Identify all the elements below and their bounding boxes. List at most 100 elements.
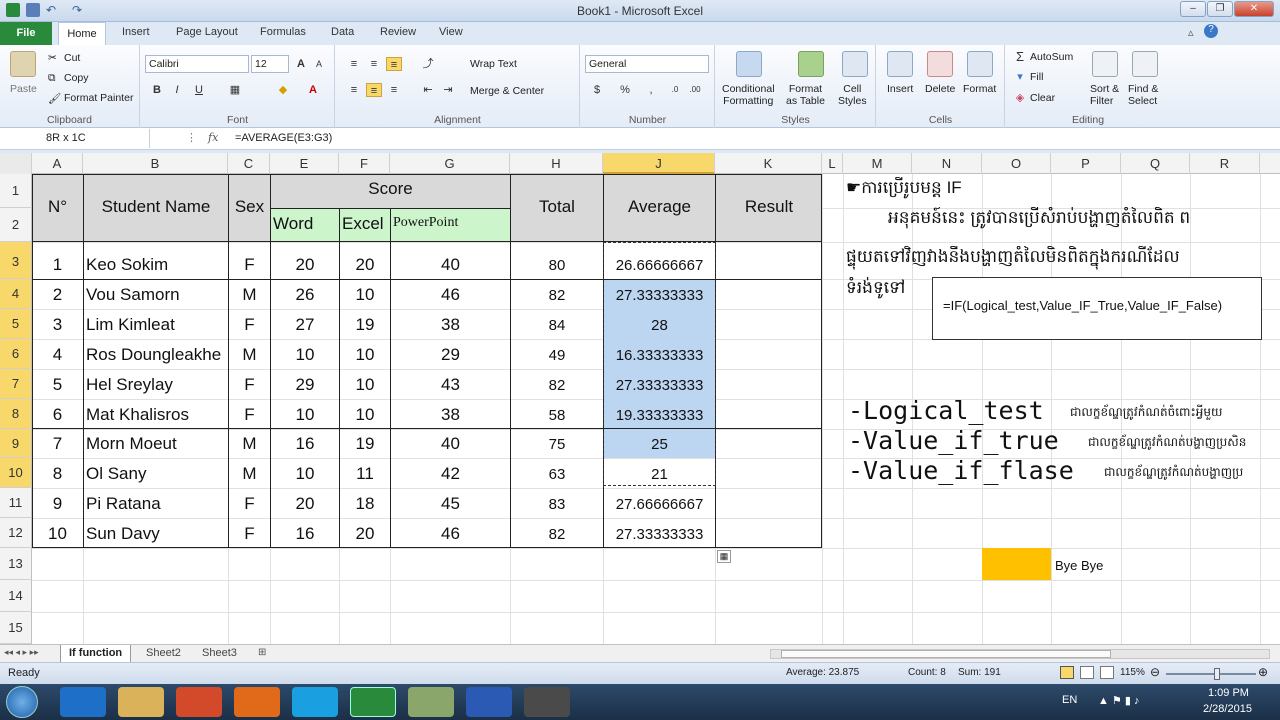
cell-avg-row-6[interactable]: 19.33333333 [604, 407, 715, 424]
zoom-slider-thumb[interactable] [1214, 668, 1220, 680]
paste-icon[interactable] [10, 51, 36, 77]
decrease-indent-icon[interactable]: ⇤ [420, 83, 436, 97]
col-header-r[interactable]: R [1190, 153, 1260, 174]
cell-name-row-1[interactable]: Keo Sokim [86, 255, 228, 275]
row-header-6[interactable]: 6 [0, 339, 32, 369]
skype-icon[interactable] [292, 687, 338, 717]
language-indicator[interactable]: EN [1062, 694, 1077, 706]
merge-center-button[interactable]: Merge & Center [470, 85, 544, 97]
media-player-icon[interactable] [176, 687, 222, 717]
page-layout-view-icon[interactable] [1080, 666, 1094, 679]
tab-formulas[interactable]: Formulas [260, 26, 306, 38]
word-icon[interactable] [466, 687, 512, 717]
align-right-icon[interactable]: ≡ [386, 83, 402, 97]
row-header-8[interactable]: 8 [0, 399, 32, 429]
cell-avg-row-5[interactable]: 27.33333333 [604, 377, 715, 394]
format-as-table-icon[interactable] [798, 51, 824, 77]
cell-pp-row-10[interactable]: 46 [391, 524, 510, 544]
sort-filter-button[interactable]: Sort & Filter [1090, 83, 1119, 107]
cell-avg-row-9[interactable]: 27.66666667 [604, 496, 715, 513]
cell-word-row-3[interactable]: 27 [271, 315, 339, 335]
row-header-5[interactable]: 5 [0, 309, 32, 339]
cell-excel-row-1[interactable]: 20 [340, 255, 390, 275]
row-header-9[interactable]: 9 [0, 429, 32, 458]
percent-icon[interactable]: % [617, 83, 633, 97]
col-header-l[interactable]: L [822, 153, 843, 174]
fill-icon[interactable]: ▾ [1012, 70, 1028, 84]
shrink-font-icon[interactable]: A [311, 57, 327, 71]
font-size-combo[interactable]: 12 [251, 55, 289, 73]
clear-icon[interactable]: ◈ [1012, 91, 1028, 105]
cell-total-row-6[interactable]: 58 [511, 407, 603, 424]
row-header-3[interactable]: 3 [0, 242, 32, 279]
cell-pp-row-6[interactable]: 38 [391, 405, 510, 425]
sheet-tab-if-function[interactable]: If function [60, 645, 132, 663]
cut-button[interactable]: Cut [64, 52, 80, 64]
row-header-14[interactable]: 14 [0, 580, 32, 612]
insert-button[interactable]: Insert [887, 83, 913, 95]
row-header-1[interactable]: 1 [0, 174, 32, 208]
autosum-button[interactable]: AutoSum [1030, 51, 1073, 63]
row-header-7[interactable]: 7 [0, 369, 32, 399]
cell-word-row-4[interactable]: 10 [271, 345, 339, 365]
cell-sex-row-10[interactable]: F [229, 524, 270, 544]
cell-word-row-2[interactable]: 26 [271, 285, 339, 305]
comma-icon[interactable]: , [643, 83, 659, 97]
increase-indent-icon[interactable]: ⇥ [440, 83, 456, 97]
cell-avg-row-1[interactable]: 26.66666667 [604, 257, 715, 274]
cell-total-row-3[interactable]: 84 [511, 317, 603, 334]
minimize-button[interactable]: – [1180, 1, 1206, 17]
number-format-combo[interactable]: General [585, 55, 709, 73]
insert-function-icon[interactable]: fx [208, 131, 218, 144]
row-header-13[interactable]: 13 [0, 548, 32, 580]
cell-pp-row-9[interactable]: 45 [391, 494, 510, 514]
format-painter-button[interactable]: Format Painter [64, 92, 133, 104]
insert-cells-icon[interactable] [887, 51, 913, 77]
fill-button[interactable]: Fill [1030, 71, 1043, 83]
cell-no-row-4[interactable]: 4 [32, 345, 83, 365]
tab-page-layout[interactable]: Page Layout [176, 26, 238, 38]
row-header-2[interactable]: 2 [0, 208, 32, 242]
increase-decimal-icon[interactable]: .0 [667, 83, 683, 97]
fx-cancel-icon[interactable]: ⋮ [186, 131, 197, 144]
cell-excel-row-3[interactable]: 19 [340, 315, 390, 335]
format-as-table-button[interactable]: Format as Table [786, 83, 825, 107]
cell-pp-row-3[interactable]: 38 [391, 315, 510, 335]
col-header-n[interactable]: N [912, 153, 982, 174]
cell-total-row-10[interactable]: 82 [511, 526, 603, 543]
copy-icon[interactable]: ⧉ [48, 72, 56, 85]
cell-excel-row-2[interactable]: 10 [340, 285, 390, 305]
cell-sex-row-8[interactable]: M [229, 464, 270, 484]
col-header-b[interactable]: B [83, 153, 228, 174]
find-select-button[interactable]: Find & Select [1128, 83, 1158, 107]
cell-word-row-8[interactable]: 10 [271, 464, 339, 484]
cell-sex-row-1[interactable]: F [229, 255, 270, 275]
cell-no-row-8[interactable]: 8 [32, 464, 83, 484]
minimize-ribbon-icon[interactable]: ▵ [1188, 26, 1194, 39]
wrap-text-button[interactable]: Wrap Text [470, 58, 517, 70]
insert-sheet-icon[interactable]: ⊞ [258, 647, 266, 658]
zoom-slider[interactable] [1166, 668, 1256, 680]
horizontal-scroll-thumb[interactable] [781, 650, 1111, 658]
sort-filter-icon[interactable] [1092, 51, 1118, 77]
normal-view-icon[interactable] [1060, 666, 1074, 679]
cell-word-row-9[interactable]: 20 [271, 494, 339, 514]
col-header-p[interactable]: P [1051, 153, 1121, 174]
tab-view[interactable]: View [439, 26, 463, 38]
maximize-button[interactable]: ❐ [1207, 1, 1233, 17]
autosum-icon[interactable]: Σ [1012, 50, 1028, 64]
close-button[interactable]: ✕ [1234, 1, 1274, 17]
cell-no-row-9[interactable]: 9 [32, 494, 83, 514]
grow-font-icon[interactable]: A [293, 57, 309, 71]
zoom-level[interactable]: 115% [1120, 667, 1145, 678]
col-header-j[interactable]: J [603, 153, 715, 174]
help-icon[interactable]: ? [1204, 24, 1218, 38]
row-header-11[interactable]: 11 [0, 488, 32, 518]
format-painter-icon[interactable]: 🖌 [48, 92, 61, 105]
cell-pp-row-1[interactable]: 40 [391, 255, 510, 275]
cell-avg-row-10[interactable]: 27.33333333 [604, 526, 715, 543]
cell-name-row-9[interactable]: Pi Ratana [86, 494, 228, 514]
sheet-nav-icons[interactable]: ◂◂ ◂ ▸ ▸▸ [4, 647, 39, 658]
cell-sex-row-2[interactable]: M [229, 285, 270, 305]
cell-sex-row-6[interactable]: F [229, 405, 270, 425]
